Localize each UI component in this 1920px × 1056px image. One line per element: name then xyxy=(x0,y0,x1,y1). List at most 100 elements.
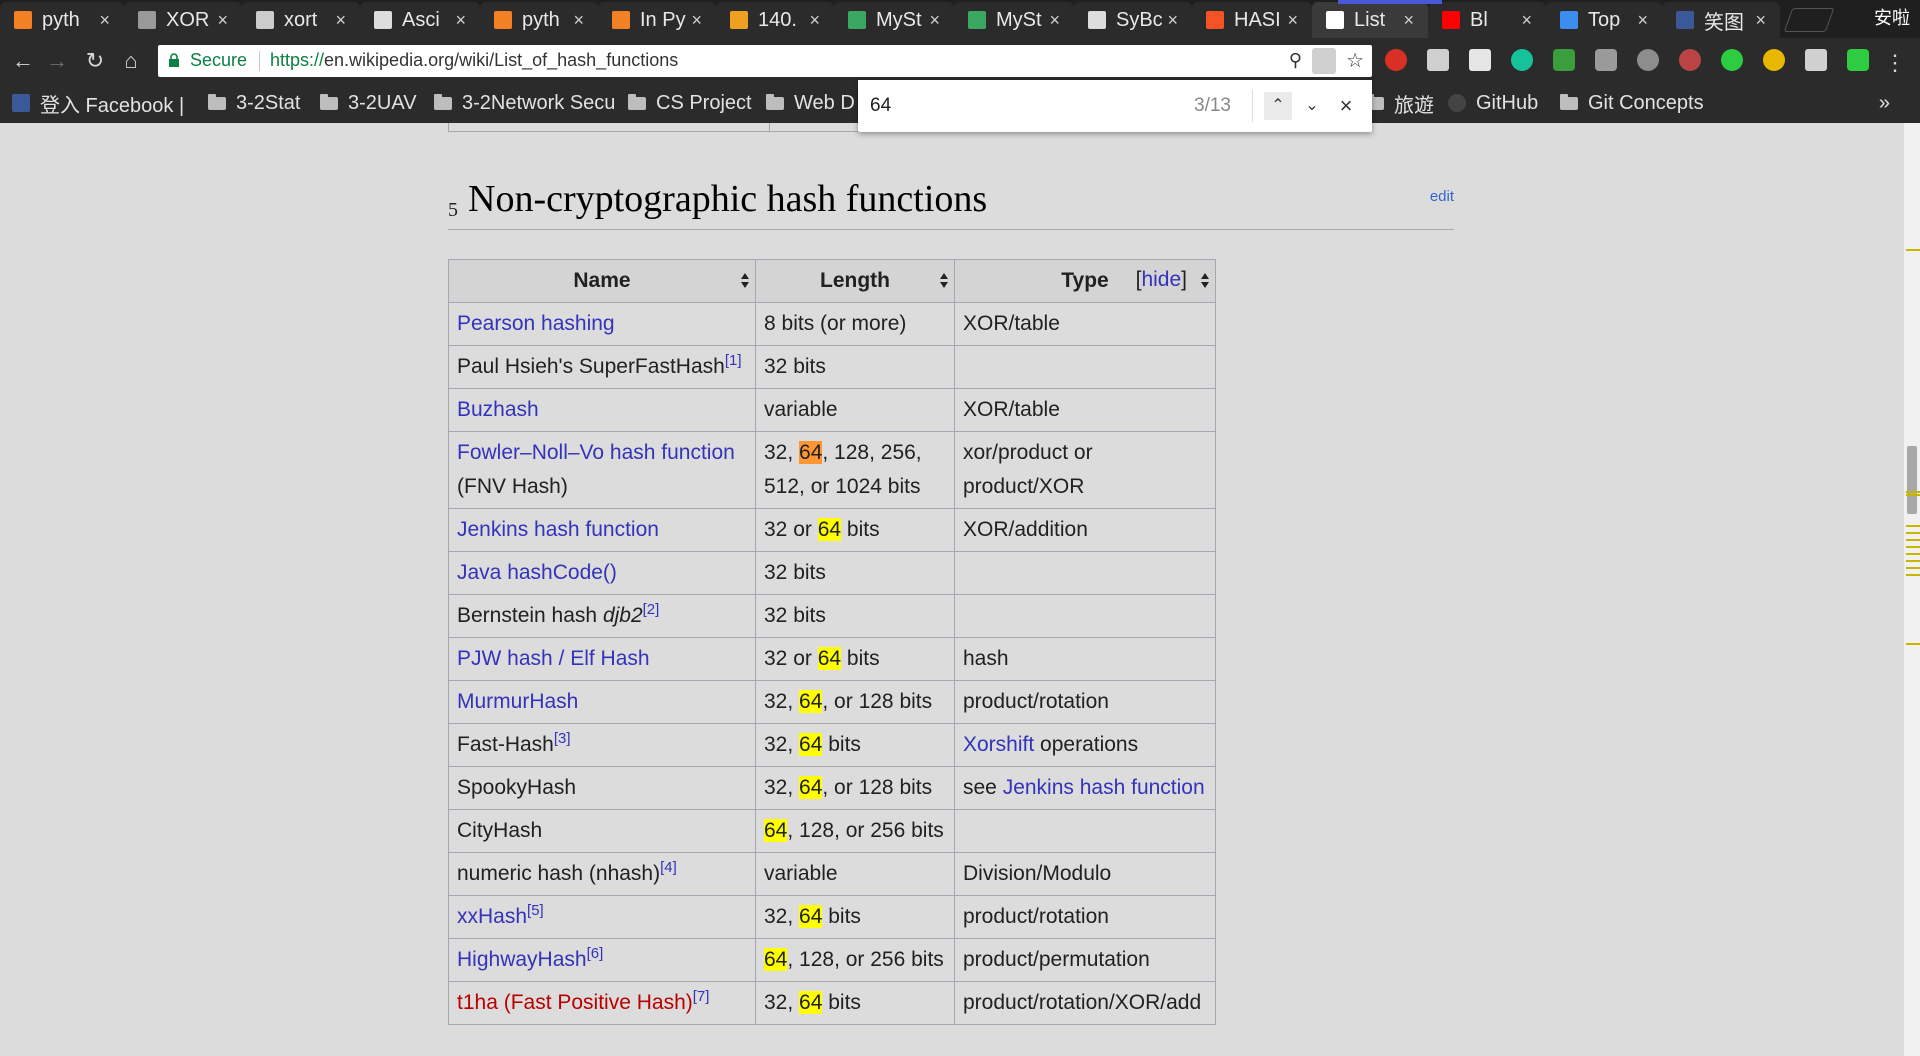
tab[interactable]: List × xyxy=(1312,2,1428,38)
extension-clock-icon[interactable] xyxy=(1805,49,1827,71)
column-header-type[interactable]: Type [hide] xyxy=(954,259,1216,303)
bookmark-item[interactable]: CS Project xyxy=(628,90,752,116)
close-tab-icon[interactable]: × xyxy=(809,10,820,31)
article-link[interactable]: Xorshift xyxy=(963,733,1034,756)
extension-c-icon[interactable] xyxy=(1469,49,1491,71)
reference-link[interactable]: [3] xyxy=(554,730,571,747)
close-tab-icon[interactable]: × xyxy=(99,10,110,31)
close-tab-icon[interactable]: × xyxy=(929,10,940,31)
bookmark-item[interactable]: 3-2UAV xyxy=(320,90,417,116)
cell-type: see Jenkins hash function xyxy=(954,766,1216,810)
extension-dots-icon[interactable] xyxy=(1763,49,1785,71)
url-text[interactable]: https://en.wikipedia.org/wiki/List_of_ha… xyxy=(270,50,678,71)
scrollbar-thumb[interactable] xyxy=(1907,446,1917,514)
home-icon[interactable]: ⌂ xyxy=(118,48,144,74)
profile-button[interactable]: 安啦 xyxy=(1874,4,1910,30)
tab[interactable]: MySt × xyxy=(954,2,1074,38)
article-link[interactable]: Jenkins hash function xyxy=(1003,776,1205,799)
bookmark-star-icon[interactable]: ☆ xyxy=(1346,48,1364,73)
bookmarks-overflow-button[interactable]: » xyxy=(1879,92,1890,115)
close-tab-icon[interactable]: × xyxy=(1755,10,1766,31)
tab[interactable]: Bl × xyxy=(1428,2,1546,38)
sort-icon[interactable] xyxy=(940,273,948,289)
article-link[interactable]: Buzhash xyxy=(457,398,539,421)
hide-link[interactable]: hide xyxy=(1141,268,1181,291)
close-tab-icon[interactable]: × xyxy=(573,10,584,31)
close-tab-icon[interactable]: × xyxy=(455,10,466,31)
reference-link[interactable]: [6] xyxy=(587,945,604,962)
tab[interactable]: MySt × xyxy=(834,2,954,38)
article-link[interactable]: Jenkins hash function xyxy=(457,518,659,541)
close-tab-icon[interactable]: × xyxy=(1049,10,1060,31)
cell-length: 32 bits xyxy=(755,345,955,389)
reference-link[interactable]: [1] xyxy=(725,352,742,369)
article-link[interactable]: xxHash xyxy=(457,905,527,928)
chevron-up-icon[interactable]: ⌃ xyxy=(1264,92,1292,120)
reference-link[interactable]: [7] xyxy=(693,988,710,1005)
article-link[interactable]: PJW hash / Elf Hash xyxy=(457,647,650,670)
tab[interactable]: HASI × xyxy=(1192,2,1312,38)
close-tab-icon[interactable]: × xyxy=(1521,10,1532,31)
close-tab-icon[interactable]: × xyxy=(1637,10,1648,31)
grammarly-extension-icon[interactable] xyxy=(1511,49,1533,71)
address-bar[interactable]: Secure https://en.wikipedia.org/wiki/Lis… xyxy=(158,45,1372,77)
extension-chat-icon[interactable] xyxy=(1847,49,1869,71)
article-link[interactable]: Pearson hashing xyxy=(457,312,615,335)
extension-share-icon[interactable] xyxy=(1721,49,1743,71)
bookmark-item[interactable]: 旅遊 xyxy=(1366,90,1434,117)
article-link[interactable]: Java hashCode() xyxy=(457,561,617,584)
tab[interactable]: Top × xyxy=(1546,2,1662,38)
extension-puzzle-icon[interactable] xyxy=(1637,49,1659,71)
menu-icon[interactable]: ⋮ xyxy=(1884,50,1906,76)
article-link[interactable]: HighwayHash xyxy=(457,948,587,971)
back-icon[interactable]: ← xyxy=(10,48,36,74)
extension-reader-icon[interactable] xyxy=(1595,49,1617,71)
adblock-extension-icon[interactable] xyxy=(1385,49,1407,71)
tab[interactable]: In Py × xyxy=(598,2,716,38)
cell-length: 32, 64 bits xyxy=(755,895,955,939)
forward-icon[interactable]: → xyxy=(44,48,70,74)
tab[interactable]: xort × xyxy=(242,2,360,38)
bookmark-item[interactable]: 3-2Network Secu xyxy=(434,90,615,116)
reference-link[interactable]: [4] xyxy=(660,859,677,876)
tab[interactable]: 140. × xyxy=(716,2,834,38)
column-header-name[interactable]: Name xyxy=(448,259,756,303)
tab[interactable]: pyth × xyxy=(480,2,598,38)
reference-link[interactable]: [5] xyxy=(527,902,544,919)
find-in-page-icon[interactable] xyxy=(1312,48,1336,74)
bookmark-item[interactable]: Git Concepts xyxy=(1560,90,1704,116)
close-tab-icon[interactable]: × xyxy=(217,10,228,31)
chevron-down-icon[interactable]: ⌄ xyxy=(1298,92,1326,120)
tab[interactable]: XOR × xyxy=(124,2,242,38)
edit-link[interactable]: edit xyxy=(1430,188,1454,205)
close-tab-icon[interactable]: × xyxy=(1167,10,1178,31)
find-input[interactable] xyxy=(868,88,1162,124)
bookmark-item[interactable]: 3-2Stat xyxy=(208,90,300,116)
tab[interactable]: pyth × xyxy=(0,2,124,38)
tab[interactable]: Asci × xyxy=(360,2,480,38)
close-tab-icon[interactable]: × xyxy=(1287,10,1298,31)
close-tab-icon[interactable]: × xyxy=(691,10,702,31)
sort-icon[interactable] xyxy=(1201,273,1209,289)
extension-s-icon[interactable] xyxy=(1553,49,1575,71)
article-link[interactable]: MurmurHash xyxy=(457,690,578,713)
sort-icon[interactable] xyxy=(741,273,749,289)
bookmark-item[interactable]: GitHub xyxy=(1448,90,1538,116)
reference-link[interactable]: [2] xyxy=(643,601,660,618)
extension-icon[interactable] xyxy=(1427,49,1449,71)
bookmark-item[interactable]: 登入 Facebook | xyxy=(12,90,184,117)
new-tab-button[interactable] xyxy=(1783,8,1835,32)
search-icon[interactable]: ⚲ xyxy=(1289,50,1302,71)
column-header-length[interactable]: Length xyxy=(755,259,955,303)
article-link[interactable]: Fowler–Noll–Vo hash function xyxy=(457,441,735,464)
bookmark-item[interactable]: Web D xyxy=(766,90,855,116)
close-tab-icon[interactable]: × xyxy=(335,10,346,31)
article-link[interactable]: t1ha (Fast Positive Hash) xyxy=(457,991,693,1014)
close-icon[interactable]: × xyxy=(1332,92,1360,120)
scrollbar[interactable] xyxy=(1904,123,1920,1056)
close-tab-icon[interactable]: × xyxy=(1403,10,1414,31)
tab[interactable]: SyBc × xyxy=(1074,2,1192,38)
tab[interactable]: 笑图 × xyxy=(1662,2,1780,38)
extension-spy-icon[interactable] xyxy=(1679,49,1701,71)
reload-icon[interactable]: ↻ xyxy=(82,48,108,74)
